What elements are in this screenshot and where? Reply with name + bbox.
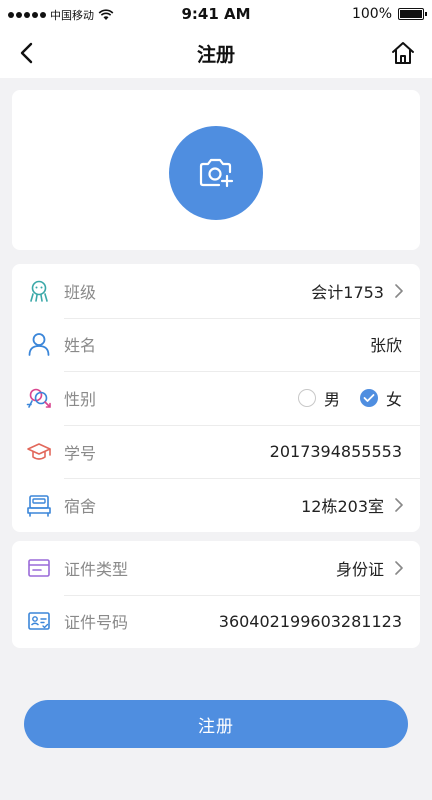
photo-upload-card [12,90,420,250]
class-value: 会计1753 [311,279,406,303]
id-document-card: 证件类型 身份证 证件号码 360402199603281123 [12,541,420,648]
radio-checked-icon [359,388,378,407]
id-type-value: 身份证 [336,556,406,580]
student-id-value[interactable]: 2017394855553 [270,442,402,461]
card-type-icon [26,555,52,581]
dorm-label: 宿舍 [64,497,97,517]
student-id-label: 学号 [64,443,97,463]
battery-percent: 100% [351,6,392,22]
class-value-text: 会计1753 [311,282,384,302]
gender-option-male-label: 男 [323,389,340,409]
chevron-right-icon [395,560,403,575]
name-label: 姓名 [64,336,97,356]
name-value[interactable]: 张欣 [370,332,402,356]
gender-label: 性别 [64,389,97,409]
id-number-value[interactable]: 360402199603281123 [219,612,402,631]
id-card-icon [26,608,52,634]
class-label: 班级 [64,282,97,302]
student-id-row[interactable]: 学号 2017394855553 [12,424,420,479]
chevron-right-icon [395,498,403,512]
radio-unchecked-icon [297,388,316,407]
class-row[interactable]: 班级 会计1753 [12,264,420,318]
page-title: 注册 [196,44,235,66]
gender-option-female-label: 女 [385,389,402,409]
gender-option-female[interactable]: 女 [359,386,402,410]
student-info-card: 班级 会计1753 姓名 张欣 性别 男 女 学号 2017394855553 … [12,264,420,532]
gender-option-male[interactable]: 男 [297,386,340,410]
camera-add-icon [199,158,234,188]
id-number-label: 证件号码 [64,613,129,633]
id-type-label: 证件类型 [64,559,129,579]
gender-row: 性别 男 女 [12,371,420,425]
home-icon[interactable] [390,40,416,66]
gender-icon [26,385,52,411]
gender-options: 男 女 [297,386,402,410]
id-type-value-text: 身份证 [335,559,384,579]
upload-photo-button[interactable] [169,126,263,220]
chevron-right-icon [395,283,403,298]
dorm-value-text: 12栋203室 [301,497,384,517]
id-number-row[interactable]: 证件号码 360402199603281123 [12,594,420,649]
class-group-icon [26,278,52,304]
graduation-cap-icon [26,439,52,465]
nav-bar: 注册 [0,28,432,78]
id-type-row[interactable]: 证件类型 身份证 [12,541,420,595]
battery-icon [398,8,427,20]
status-bar: 中国移动 9:41 AM 100% [0,0,432,28]
status-battery: 100% [351,6,427,22]
dorm-value: 12栋203室 [301,493,406,517]
register-submit-button[interactable]: 注册 [24,700,408,748]
name-row[interactable]: 姓名 张欣 [12,317,420,372]
dorm-row[interactable]: 宿舍 12栋203室 [12,478,420,532]
person-icon [26,331,52,357]
bed-icon [26,492,52,518]
